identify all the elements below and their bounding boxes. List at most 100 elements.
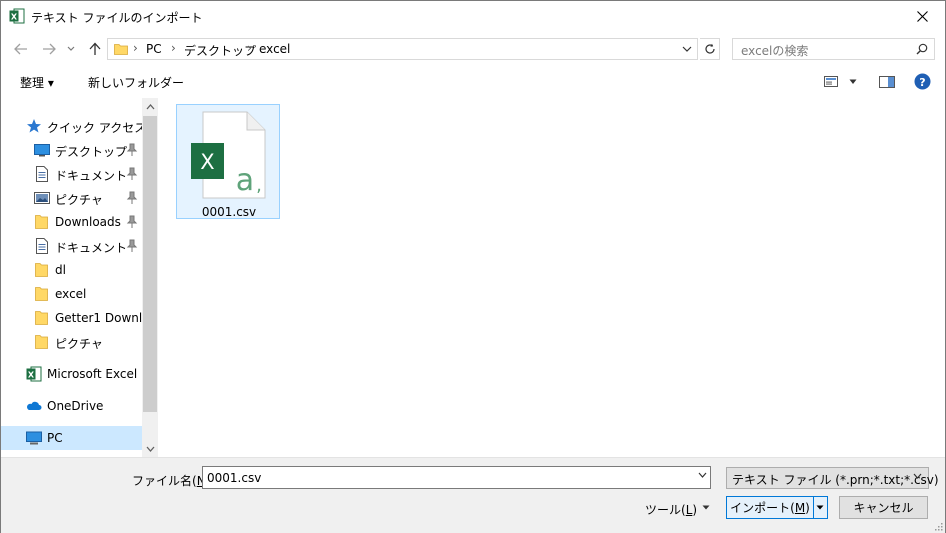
folder-icon — [114, 44, 128, 55]
svg-text:a: a — [236, 163, 254, 198]
folder-icon — [35, 311, 48, 325]
breadcrumb-separator: › — [247, 41, 252, 55]
pin-icon[interactable] — [126, 191, 138, 205]
svg-text:,: , — [256, 175, 262, 196]
refresh-icon — [704, 43, 715, 54]
chevron-down-icon[interactable] — [698, 472, 707, 478]
pin-icon[interactable] — [126, 143, 138, 157]
recent-locations-button[interactable] — [64, 39, 78, 59]
nav-label: Getter1 Downloa — [55, 311, 142, 325]
chevron-up-icon — [146, 104, 154, 110]
nav-scrollbar[interactable] — [142, 98, 158, 457]
tools-button[interactable]: ツール(L) — [645, 501, 697, 518]
nav-label: OneDrive — [47, 399, 104, 413]
back-arrow-icon — [14, 43, 27, 55]
import-split-dropdown[interactable] — [813, 497, 827, 518]
up-button[interactable] — [85, 39, 105, 59]
nav-quick-access[interactable]: クイック アクセス — [1, 114, 146, 138]
nav-pc[interactable]: PC — [1, 426, 142, 450]
new-folder-button[interactable]: 新しいフォルダー — [88, 74, 184, 91]
scroll-down-button[interactable] — [142, 441, 158, 457]
nav-label: Downloads — [55, 215, 121, 229]
pin-icon[interactable] — [126, 239, 138, 253]
chevron-down-icon — [146, 446, 154, 452]
folder-icon — [35, 263, 48, 277]
refresh-button[interactable] — [700, 38, 720, 60]
scroll-up-button[interactable] — [142, 99, 158, 115]
computer-icon — [26, 431, 42, 445]
filename-input[interactable] — [202, 466, 711, 489]
nav-label: クイック アクセス — [47, 121, 147, 135]
nav-label: デスクトップ — [55, 145, 128, 159]
nav-item-excel[interactable]: excel — [1, 282, 142, 306]
breadcrumb-separator: › — [133, 41, 138, 55]
view-dropdown-icon[interactable] — [849, 79, 857, 85]
navigation-pane[interactable]: クイック アクセス デスクトップ ドキュメント ピクチャ Downloads ド… — [1, 98, 158, 457]
nav-item-documents-2[interactable]: ドキュメント — [1, 234, 142, 258]
file-type-select[interactable]: テキスト ファイル (*.prn;*.txt;*.csv) — [726, 467, 939, 489]
nav-item-documents[interactable]: ドキュメント — [1, 162, 142, 186]
breadcrumb-desktop[interactable]: デスクトップ — [184, 42, 256, 59]
nav-item-pictures[interactable]: ピクチャ — [1, 186, 142, 210]
nav-label: Microsoft Excel — [47, 367, 138, 381]
nav-label: ピクチャ — [55, 193, 103, 207]
svg-text:X: X — [28, 371, 35, 380]
excel-csv-icon: X a , — [191, 111, 266, 199]
import-button[interactable]: インポート(M) — [726, 496, 828, 519]
back-button[interactable] — [11, 39, 31, 59]
nav-label: dl — [55, 263, 66, 277]
breadcrumb-excel[interactable]: excel — [259, 42, 290, 56]
svg-text:?: ? — [919, 76, 925, 89]
nav-item-downloads[interactable]: Downloads — [1, 210, 142, 234]
window-title: テキスト ファイルのインポート — [31, 11, 203, 25]
file-list[interactable]: X a , 0001.csv — [159, 98, 945, 457]
nav-label: excel — [55, 287, 87, 301]
search-input[interactable]: excelの検索 — [732, 38, 935, 60]
nav-item-pictures-folder[interactable]: ピクチャ — [1, 330, 142, 354]
nav-microsoft-excel[interactable]: X Microsoft Excel — [1, 362, 142, 386]
breadcrumb-pc[interactable]: PC — [146, 42, 162, 56]
forward-button[interactable] — [39, 39, 59, 59]
navigation-row: › PC › デスクトップ › excel excelの検索 — [1, 32, 945, 66]
preview-pane-icon[interactable] — [879, 76, 895, 88]
nav-onedrive[interactable]: OneDrive — [1, 394, 142, 418]
scroll-thumb[interactable] — [143, 116, 157, 412]
breadcrumb-separator: › — [171, 41, 176, 55]
organize-button[interactable]: 整理 ▾ — [20, 74, 54, 91]
cancel-button[interactable]: キャンセル — [839, 496, 928, 519]
document-icon — [36, 166, 48, 182]
title-bar[interactable]: X テキスト ファイルのインポート — [1, 1, 945, 32]
address-bar[interactable]: › PC › デスクトップ › excel — [107, 38, 698, 60]
excel-app-icon: X — [26, 366, 42, 382]
view-options-icon[interactable] — [824, 76, 838, 87]
dialog-footer: ファイル名(N): テキスト ファイル (*.prn;*.txt;*.csv) … — [1, 457, 945, 533]
file-type-value: テキスト ファイル (*.prn;*.txt;*.csv) — [732, 473, 939, 487]
folder-icon — [35, 287, 48, 301]
pin-icon[interactable] — [126, 167, 138, 181]
onedrive-cloud-icon — [27, 401, 42, 410]
search-icon — [916, 43, 928, 55]
file-item[interactable]: X a , 0001.csv — [176, 104, 280, 219]
chevron-down-icon — [913, 473, 922, 479]
excel-app-icon: X — [9, 8, 25, 24]
nav-item-dl[interactable]: dl — [1, 258, 142, 282]
document-icon — [36, 238, 48, 254]
close-button[interactable] — [899, 1, 945, 31]
nav-item-getter1-downloads[interactable]: Getter1 Downloa — [1, 306, 142, 330]
folder-icon — [35, 335, 48, 349]
pin-icon[interactable] — [126, 215, 138, 229]
import-text-file-dialog: X テキスト ファイルのインポート › PC › デスクトップ › excel … — [0, 0, 946, 533]
nav-label: ドキュメント — [55, 241, 128, 255]
svg-text:X: X — [200, 150, 214, 174]
nav-item-desktop[interactable]: デスクトップ — [1, 138, 142, 162]
resize-grip-icon[interactable] — [933, 521, 943, 531]
forward-arrow-icon — [43, 43, 56, 55]
help-icon[interactable]: ? — [914, 73, 931, 90]
up-arrow-icon — [89, 42, 101, 55]
pictures-icon — [34, 192, 50, 204]
tools-dropdown-icon[interactable] — [702, 505, 710, 510]
import-button-main[interactable]: インポート(M) — [727, 497, 814, 518]
chevron-down-icon[interactable] — [681, 42, 693, 56]
chevron-down-icon — [67, 46, 75, 51]
nav-label: ドキュメント — [55, 169, 128, 183]
